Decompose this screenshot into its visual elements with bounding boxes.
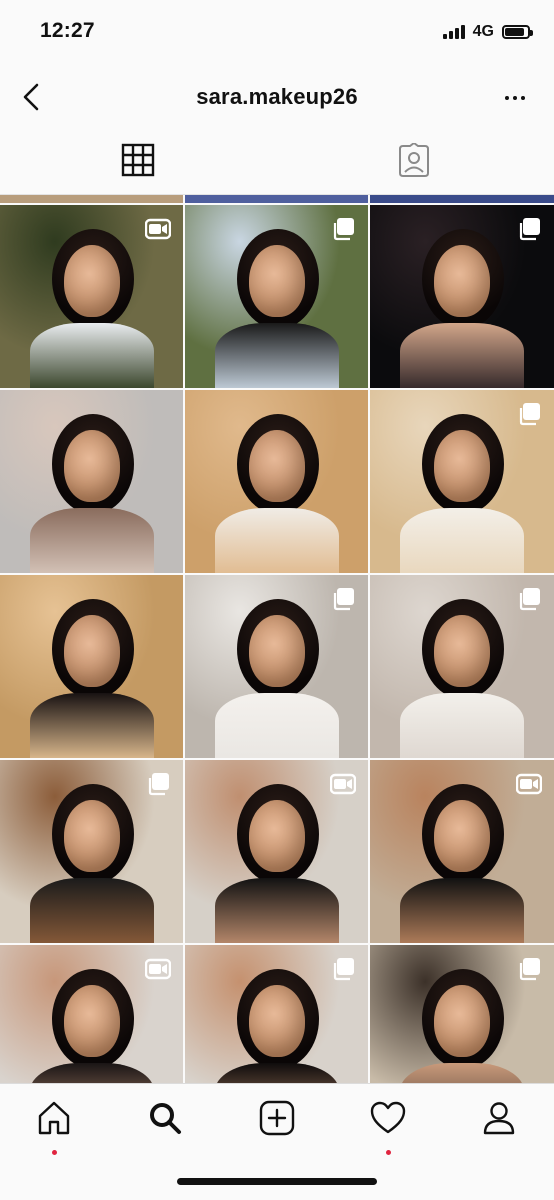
grid-post-2[interactable] (185, 205, 368, 388)
tab-tagged[interactable] (394, 140, 434, 180)
signal-strength-icon (442, 25, 465, 39)
grid-post-15[interactable] (370, 945, 554, 1083)
portrait-face (434, 245, 490, 317)
posts-grid (0, 195, 554, 1083)
tab-grid[interactable] (118, 140, 158, 180)
more-dot-icon (505, 96, 509, 100)
portrait-face (249, 800, 305, 872)
portrait-face (434, 430, 490, 502)
video-icon (516, 772, 542, 796)
grid-post-12[interactable] (370, 760, 554, 943)
portrait-face (249, 985, 305, 1057)
grid-post-3[interactable] (370, 205, 554, 388)
video-icon (145, 217, 171, 241)
portrait-face (64, 615, 120, 687)
grid-post-8[interactable] (185, 575, 368, 758)
grid-post-7[interactable] (0, 575, 183, 758)
portrait-garment (215, 878, 339, 943)
video-icon (330, 772, 356, 796)
activity-heart-icon (370, 1101, 406, 1134)
partial-post[interactable] (0, 195, 183, 203)
grid-post-10[interactable] (0, 760, 183, 943)
portrait-garment (400, 508, 524, 573)
portrait-face (434, 800, 490, 872)
portrait-garment (215, 693, 339, 758)
grid-post-6[interactable] (370, 390, 554, 573)
carousel-icon (145, 772, 171, 796)
portrait-garment (400, 323, 524, 388)
notification-dot (386, 1150, 391, 1155)
notification-dot (52, 1150, 57, 1155)
nav-profile-button[interactable] (477, 1094, 521, 1142)
partial-row-top (0, 195, 554, 203)
instagram-profile-screen: 12:27 4G sara.makeup26 (0, 0, 554, 1200)
portrait-face (249, 430, 305, 502)
more-options-button[interactable] (502, 88, 528, 108)
profile-icon (483, 1102, 515, 1135)
profile-tabs (0, 128, 554, 195)
grid-icon (121, 143, 155, 177)
more-dot-icon (521, 96, 525, 100)
portrait-garment (30, 878, 154, 943)
carousel-icon (516, 957, 542, 981)
carousel-icon (330, 217, 356, 241)
carousel-icon (516, 217, 542, 241)
portrait-garment (215, 508, 339, 573)
nav-add-post-button[interactable] (255, 1094, 299, 1142)
portrait-garment (400, 878, 524, 943)
status-bar: 12:27 4G (0, 0, 554, 66)
portrait-face (64, 430, 120, 502)
home-indicator[interactable] (177, 1178, 377, 1185)
carousel-icon (516, 587, 542, 611)
grid-post-5[interactable] (185, 390, 368, 573)
battery-level (505, 28, 524, 36)
portrait-garment (30, 693, 154, 758)
grid-post-11[interactable] (185, 760, 368, 943)
carousel-icon (330, 587, 356, 611)
portrait-garment (400, 693, 524, 758)
grid-post-14[interactable] (185, 945, 368, 1083)
carousel-icon (516, 402, 542, 426)
posts-grid-items (0, 205, 554, 1083)
video-icon (145, 957, 171, 981)
portrait-face (434, 615, 490, 687)
network-type: 4G (472, 23, 494, 40)
partial-post[interactable] (370, 195, 554, 203)
partial-post[interactable] (185, 195, 368, 203)
portrait-garment (30, 323, 154, 388)
nav-search-button[interactable] (143, 1094, 187, 1142)
grid-post-1[interactable] (0, 205, 183, 388)
status-indicators: 4G (442, 23, 533, 41)
grid-post-4[interactable] (0, 390, 183, 573)
add-post-icon (259, 1100, 295, 1136)
nav-activity-button[interactable] (366, 1094, 410, 1155)
portrait-face (434, 985, 490, 1057)
profile-username: sara.makeup26 (196, 84, 358, 109)
more-dot-icon (513, 96, 517, 100)
nav-home-button[interactable] (32, 1094, 76, 1155)
portrait-face (64, 985, 120, 1057)
status-time: 12:27 (40, 19, 95, 42)
profile-header: sara.makeup26 (0, 66, 554, 128)
search-icon (150, 1103, 181, 1134)
battery-icon (502, 25, 533, 39)
portrait-face (249, 615, 305, 687)
portrait-face (249, 245, 305, 317)
grid-post-13[interactable] (0, 945, 183, 1083)
home-icon (38, 1101, 70, 1135)
portrait-garment (215, 323, 339, 388)
portrait-garment (30, 508, 154, 573)
grid-post-9[interactable] (370, 575, 554, 758)
portrait-face (64, 245, 120, 317)
tagged-user-icon (399, 143, 429, 177)
portrait-face (64, 800, 120, 872)
carousel-icon (330, 957, 356, 981)
